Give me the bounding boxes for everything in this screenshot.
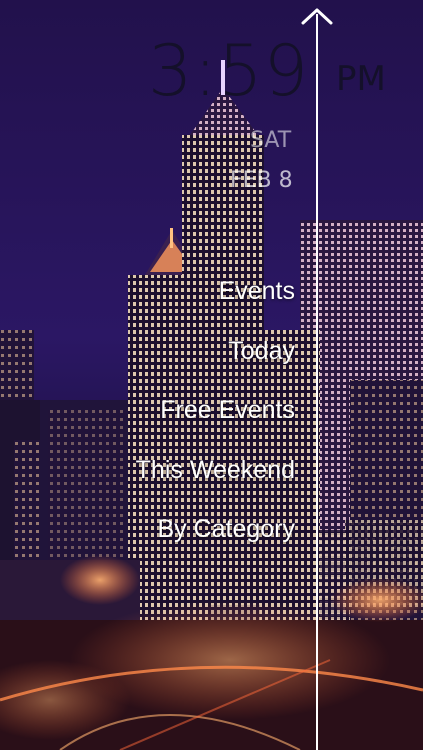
menu-item-by-category[interactable]: By Category: [136, 512, 295, 572]
menu-item-this-weekend[interactable]: This Weekend: [136, 453, 295, 513]
events-menu: Events Today Free Events This Weekend By…: [136, 274, 295, 572]
clock-time: 3:59: [148, 30, 310, 112]
clock-ampm: PM: [336, 59, 386, 99]
app-screen: 3:59 PM SAT FEB 8 Events Today Free Even…: [0, 0, 423, 750]
chevron-up-icon[interactable]: [300, 6, 334, 26]
menu-item-free-events[interactable]: Free Events: [136, 393, 295, 453]
vertical-divider: [316, 14, 318, 750]
clock-weekday: SAT: [250, 128, 292, 153]
clock-date: FEB 8: [230, 168, 293, 193]
menu-item-events[interactable]: Events: [136, 274, 295, 334]
menu-item-today[interactable]: Today: [136, 334, 295, 394]
